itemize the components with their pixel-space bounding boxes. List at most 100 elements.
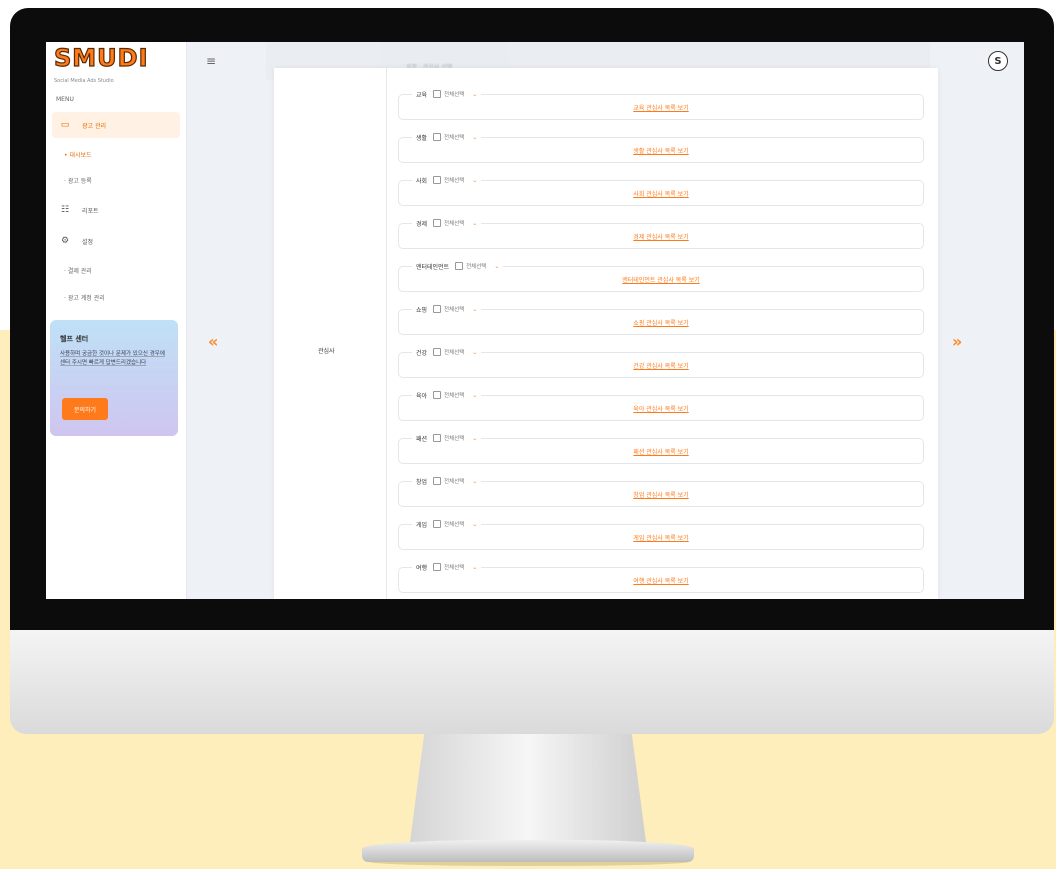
prev-arrow-icon[interactable]: «: [208, 332, 218, 351]
category-header: 여행 전체선택 ⌄: [412, 561, 482, 573]
category-name: 육아: [416, 392, 428, 400]
category-name: 쇼핑: [416, 306, 428, 314]
select-all-checkbox[interactable]: [455, 262, 464, 270]
select-all-checkbox[interactable]: [433, 133, 442, 141]
select-all-checkbox[interactable]: [433, 176, 442, 184]
category-header: 건강 전체선택 ⌄: [412, 346, 482, 358]
category-name: 패션: [416, 435, 428, 443]
select-all-label: 전체선택: [444, 307, 465, 313]
monitor-chin: [10, 630, 1054, 734]
monitor-base: [362, 840, 694, 862]
avatar[interactable]: S: [988, 51, 1008, 71]
category-link[interactable]: 교육 관심사 목록 보기: [398, 103, 924, 112]
category-name: 게임: [416, 521, 428, 529]
interest-row-label: 관심사: [318, 348, 335, 355]
sidebar-sub-ad-register[interactable]: · 광고 등록: [64, 176, 92, 185]
category-link[interactable]: 경제 관심사 목록 보기: [398, 232, 924, 241]
chevron-down-icon[interactable]: ⌄: [472, 478, 477, 485]
sidebar-item-report[interactable]: ☷ 리포트: [52, 197, 180, 223]
category-link[interactable]: 쇼핑 관심사 목록 보기: [398, 318, 924, 327]
select-all-label: 전체선택: [444, 92, 465, 98]
category-name: 경제: [416, 220, 428, 228]
category-link[interactable]: 여행 관심사 목록 보기: [398, 576, 924, 585]
select-all-checkbox[interactable]: [433, 348, 442, 356]
chevron-down-icon[interactable]: ⌄: [472, 134, 477, 141]
category-header: 경제 전체선택 ⌄: [412, 217, 482, 229]
menu-icon[interactable]: ≡: [206, 54, 216, 68]
chevron-down-icon[interactable]: ⌄: [472, 392, 477, 399]
category-link[interactable]: 건강 관심사 목록 보기: [398, 361, 924, 370]
category-link[interactable]: 육아 관심사 목록 보기: [398, 404, 924, 413]
select-all-label: 전체선택: [444, 135, 465, 141]
select-all-checkbox[interactable]: [433, 477, 442, 485]
select-all-checkbox[interactable]: [433, 434, 442, 442]
chevron-down-icon[interactable]: ⌄: [494, 263, 499, 270]
select-all-checkbox[interactable]: [433, 563, 442, 571]
help-body[interactable]: 사용하며 궁금한 것이나 문제가 있으신 경우에 센터 주시면 빠르게 답변드리…: [60, 350, 170, 368]
select-all-label: 전체선택: [466, 264, 487, 270]
chevron-down-icon[interactable]: ⌄: [472, 306, 477, 313]
chevron-down-icon[interactable]: ⌄: [472, 521, 477, 528]
sidebar-sub-payment[interactable]: · 결제 관리: [64, 266, 92, 275]
chevron-down-icon[interactable]: ⌄: [472, 220, 477, 227]
select-all-label: 전체선택: [444, 178, 465, 184]
select-all-label: 전체선택: [444, 565, 465, 571]
category-name: 교육: [416, 91, 428, 99]
category-name: 사회: [416, 177, 428, 185]
sidebar-sub-ad-account[interactable]: · 광고 계정 관리: [64, 293, 105, 302]
category-name: 여행: [416, 564, 428, 572]
sidebar-item-settings[interactable]: ⚙ 설정: [52, 228, 180, 254]
category-link[interactable]: 사회 관심사 목록 보기: [398, 189, 924, 198]
select-all-checkbox[interactable]: [433, 520, 442, 528]
select-all-label: 전체선택: [444, 221, 465, 227]
column-divider: [386, 68, 387, 599]
category-link[interactable]: 게임 관심사 목록 보기: [398, 533, 924, 542]
select-all-label: 전체선택: [444, 350, 465, 356]
category-name: 생활: [416, 134, 428, 142]
help-center-card: 헬프 센터 사용하며 궁금한 것이나 문제가 있으신 경우에 센터 주시면 빠르…: [50, 320, 178, 436]
category-header: 창업 전체선택 ⌄: [412, 475, 482, 487]
chevron-down-icon[interactable]: ⌄: [472, 435, 477, 442]
tagline: Social Media Ads Studio: [54, 78, 114, 84]
app-screen: SMUDI Social Media Ads Studio MENU ▭ 광고 …: [46, 42, 1024, 599]
sidebar-item-label: 설정: [82, 238, 94, 246]
help-title: 헬프 센터: [60, 335, 89, 343]
select-all-checkbox[interactable]: [433, 305, 442, 313]
select-all-label: 전체선택: [444, 479, 465, 485]
select-all-checkbox[interactable]: [433, 90, 442, 98]
sidebar-item-ad-management[interactable]: ▭ 광고 관리: [52, 112, 180, 138]
category-link[interactable]: 창업 관심사 목록 보기: [398, 490, 924, 499]
category-header: 엔터테인먼트 전체선택 ⌄: [412, 260, 504, 272]
category-link[interactable]: 엔터테인먼트 관심사 목록 보기: [398, 275, 924, 284]
select-all-label: 전체선택: [444, 436, 465, 442]
menu-caption: MENU: [56, 96, 74, 103]
select-all-label: 전체선택: [444, 522, 465, 528]
category-header: 패션 전체선택 ⌄: [412, 432, 482, 444]
sidebar-item-label: 광고 관리: [82, 122, 106, 130]
sidebar-sub-dashboard[interactable]: • 대시보드: [64, 150, 92, 159]
chevron-down-icon[interactable]: ⌄: [472, 91, 477, 98]
category-header: 사회 전체선택 ⌄: [412, 174, 482, 186]
category-link[interactable]: 생활 관심사 목록 보기: [398, 146, 924, 155]
category-name: 창업: [416, 478, 428, 486]
category-name: 건강: [416, 349, 428, 357]
chevron-down-icon[interactable]: ⌄: [472, 564, 477, 571]
category-header: 쇼핑 전체선택 ⌄: [412, 303, 482, 315]
select-all-checkbox[interactable]: [433, 391, 442, 399]
monitor-icon: ▭: [60, 120, 70, 130]
category-header: 육아 전체선택 ⌄: [412, 389, 482, 401]
contact-button[interactable]: 문의하기: [62, 398, 108, 420]
monitor-stand: [410, 734, 646, 842]
sidebar: SMUDI Social Media Ads Studio MENU ▭ 광고 …: [46, 42, 187, 599]
category-header: 생활 전체선택 ⌄: [412, 131, 482, 143]
select-all-checkbox[interactable]: [433, 219, 442, 227]
logo[interactable]: SMUDI: [53, 43, 149, 72]
sidebar-item-label: 리포트: [82, 207, 99, 215]
category-link[interactable]: 패션 관심사 목록 보기: [398, 447, 924, 456]
next-arrow-icon[interactable]: »: [952, 332, 962, 351]
chevron-down-icon[interactable]: ⌄: [472, 177, 477, 184]
category-header: 게임 전체선택 ⌄: [412, 518, 482, 530]
chevron-down-icon[interactable]: ⌄: [472, 349, 477, 356]
category-name: 엔터테인먼트: [416, 263, 450, 271]
select-all-label: 전체선택: [444, 393, 465, 399]
